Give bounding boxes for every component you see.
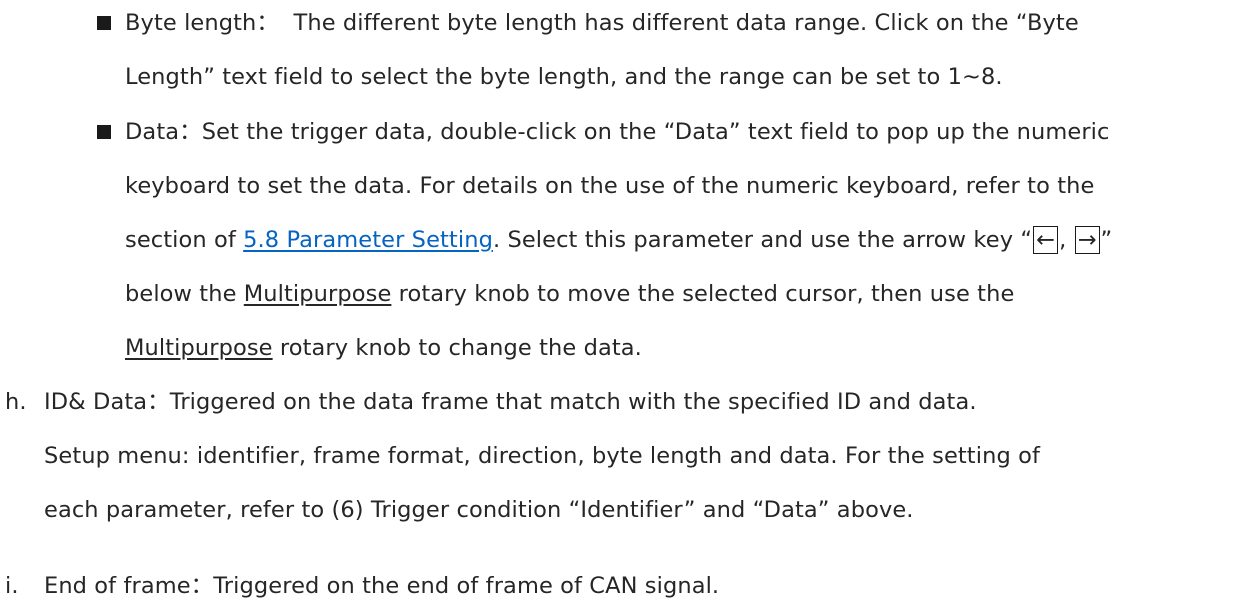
item-i-marker: i. [5, 573, 19, 599]
data-line-5-suffix: rotary knob to change the data. [272, 335, 642, 361]
bullet-square-icon [97, 16, 111, 30]
multipurpose-knob-label: Multipurpose [243, 281, 392, 307]
item-h-marker: h. [5, 389, 27, 415]
data-line-4: below the Multipurpose rotary knob to mo… [125, 279, 1014, 309]
data-line-1: Data：Set the trigger data, double-click … [125, 119, 1110, 145]
data-line-3: section of 5.8 Parameter Setting. Select… [125, 225, 1112, 255]
data-line-3-end: ” [1100, 227, 1113, 253]
data-line-4-prefix: below the [125, 281, 244, 307]
byte-length-line-1: Byte length： The different byte length h… [125, 10, 1079, 36]
data-line-5: Multipurpose rotary knob to change the d… [125, 333, 642, 363]
multipurpose-knob-label: Multipurpose [125, 335, 273, 361]
data-line-3-prefix: section of [125, 227, 244, 253]
parameter-setting-link[interactable]: 5.8 Parameter Setting [243, 227, 493, 253]
bullet-square-icon [97, 125, 111, 139]
item-h-line-3: each parameter, refer to (6) Trigger con… [44, 497, 914, 523]
data-line-4-suffix: rotary knob to move the selected cursor,… [391, 281, 1015, 307]
item-h-line-2: Setup menu: identifier, frame format, di… [44, 443, 1040, 469]
item-i-line-1: End of frame：Triggered on the end of fra… [44, 573, 720, 599]
data-line-3-mid: . Select this parameter and use the arro… [492, 227, 1033, 253]
item-h-line-1: ID& Data：Triggered on the data frame tha… [44, 389, 977, 415]
arrow-left-key-icon: ← [1033, 226, 1059, 254]
data-line-2: keyboard to set the data. For details on… [125, 173, 1095, 199]
key-separator: , [1059, 227, 1074, 253]
arrow-right-key-icon: → [1074, 226, 1100, 254]
byte-length-line-2: Length” text field to select the byte le… [125, 64, 1003, 90]
